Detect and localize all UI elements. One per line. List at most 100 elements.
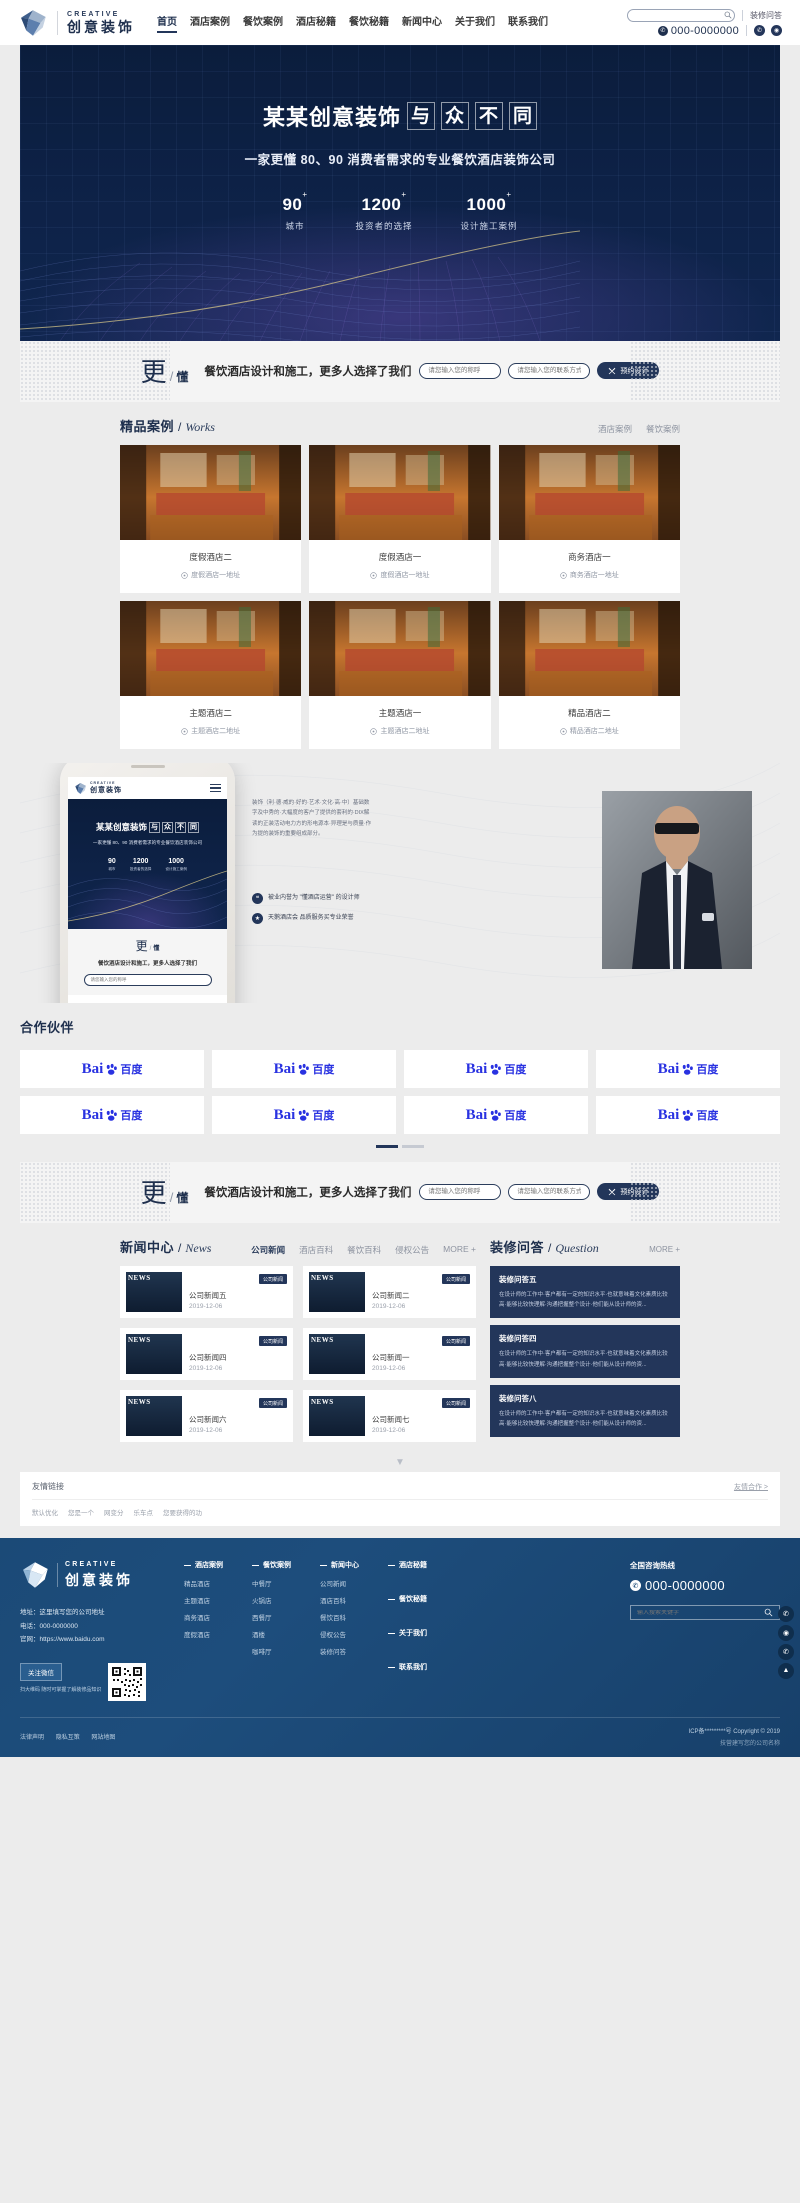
friend-link[interactable]: 您要获得的功 (163, 1507, 202, 1517)
phone-icon[interactable]: ✆ (778, 1643, 794, 1660)
nav-item-dining-tips[interactable]: 餐饮秘籍 (349, 13, 389, 33)
qa-card[interactable]: 装修问答八 在设计师的工作中·客户都有一定的知识水平·也就意味着文化素质比较高·… (490, 1384, 680, 1438)
work-name: 精品酒店二 (568, 708, 611, 718)
consult-submit-button[interactable]: 预约设计 (597, 362, 660, 379)
nav-item-hotel-tips[interactable]: 酒店秘籍 (296, 13, 336, 33)
partner-logo[interactable]: Bai 百度 (404, 1050, 588, 1088)
pagination-dot-active[interactable] (376, 1145, 398, 1148)
works-tab-hotel[interactable]: 酒店案例 (598, 423, 632, 435)
footer-link[interactable]: 餐饮百科 (320, 1612, 374, 1622)
footer-column-head[interactable]: 酒店案例 (184, 1560, 238, 1570)
footer-column-head[interactable]: 餐饮案例 (252, 1560, 306, 1570)
footer-single-link-about[interactable]: 关于我们 (388, 1628, 442, 1638)
nav-item-news[interactable]: 新闻中心 (402, 13, 442, 33)
pagination-dot[interactable] (402, 1145, 424, 1148)
wechat-icon[interactable]: ◉ (778, 1624, 794, 1641)
news-tab-dining-wiki[interactable]: 餐饮百科 (347, 1244, 381, 1256)
footer-link[interactable]: 咖啡厅 (252, 1646, 306, 1656)
footer-legal-link[interactable]: 法律声明 (20, 1735, 44, 1741)
consult-submit-button[interactable]: 预约设计 (597, 1183, 660, 1200)
qq-icon[interactable]: ✆ (778, 1605, 794, 1622)
news-item[interactable]: NEWS 公司新闻 公司新闻二 2019-12-06 (303, 1266, 476, 1318)
friend-link[interactable]: 网变分 (104, 1507, 124, 1517)
site-logo[interactable]: CREATIVE 创意装饰 (18, 8, 135, 38)
footer-legal-link[interactable]: 隐私互策 (56, 1735, 80, 1741)
consult-name-input[interactable] (419, 1183, 502, 1200)
partner-logo[interactable]: Bai 百度 (404, 1096, 588, 1134)
nav-item-about[interactable]: 关于我们 (455, 13, 495, 33)
scroll-down-indicator[interactable]: ▼ (120, 1444, 680, 1472)
weibo-icon[interactable]: ◉ (771, 25, 782, 36)
work-card[interactable]: 商务酒店一 商务酒店一地址 (498, 445, 680, 593)
work-card[interactable]: 主题酒店二 主题酒店二地址 (120, 601, 302, 749)
work-card[interactable]: 度假酒店二 度假酒店一地址 (120, 445, 302, 593)
header-search-box[interactable] (627, 8, 735, 22)
partner-logo[interactable]: Bai 百度 (212, 1050, 396, 1088)
hamburger-menu-icon[interactable] (210, 783, 221, 793)
phone-consult-input[interactable]: 请您输入您的称呼 (83, 974, 212, 986)
news-tab-hotel-wiki[interactable]: 酒店百科 (299, 1244, 333, 1256)
follow-wechat-button[interactable]: 关注微信 (20, 1662, 62, 1681)
footer-link[interactable]: 侵权公告 (320, 1629, 374, 1639)
footer-link[interactable]: 公司新闻 (320, 1578, 374, 1588)
nav-item-contact[interactable]: 联系我们 (508, 13, 548, 33)
footer-single-link-hotel-tips[interactable]: 酒店秘籍 (388, 1560, 442, 1570)
wechat-icon[interactable]: ✆ (754, 25, 765, 36)
footer-column-head[interactable]: 新闻中心 (320, 1560, 374, 1570)
footer-search-box[interactable] (630, 1605, 780, 1621)
news-item[interactable]: NEWS 公司新闻 公司新闻五 2019-12-06 (120, 1266, 293, 1318)
footer-search-input[interactable] (637, 1609, 760, 1616)
qa-card[interactable]: 装修问答四 在设计师的工作中·客户都有一定的知识水平·也就意味着文化素质比较高·… (490, 1325, 680, 1378)
qa-card[interactable]: 装修问答五 在设计师的工作中·客户都有一定的知识水平·也就意味着文化素质比较高·… (490, 1266, 680, 1319)
friend-links-more[interactable]: 友情合作 > (734, 1482, 768, 1492)
friend-link[interactable]: 乐车点 (134, 1507, 154, 1517)
search-icon[interactable] (764, 1608, 773, 1617)
footer-single-link-contact[interactable]: 联系我们 (388, 1662, 442, 1672)
footer-single-link-dining-tips[interactable]: 餐饮秘籍 (388, 1594, 442, 1604)
footer-legal-link[interactable]: 网站地图 (91, 1735, 115, 1741)
scroll-top-icon[interactable]: ▲ (778, 1662, 794, 1679)
search-input[interactable] (633, 11, 724, 19)
friend-link[interactable]: 您是一个 (68, 1507, 94, 1517)
work-card[interactable]: 精品酒店二 精品酒店二地址 (498, 601, 680, 749)
news-tab-notice[interactable]: 侵权公告 (395, 1244, 429, 1256)
consult-contact-input[interactable] (508, 362, 591, 379)
news-qa-wrap: 新闻中心 / News 公司新闻 酒店百科 餐饮百科 侵权公告 MORE + N… (120, 1223, 680, 1444)
news-item[interactable]: NEWS 公司新闻 公司新闻一 2019-12-06 (303, 1328, 476, 1380)
footer-link[interactable]: 度假酒店 (184, 1629, 238, 1639)
works-tab-dining[interactable]: 餐饮案例 (646, 423, 680, 435)
search-icon[interactable] (724, 11, 732, 19)
footer-link[interactable]: 西餐厅 (252, 1612, 306, 1622)
work-card[interactable]: 主题酒店一 主题酒店二地址 (309, 601, 491, 749)
footer-link[interactable]: 主题酒店 (184, 1595, 238, 1605)
footer-link[interactable]: 中餐厅 (252, 1578, 306, 1588)
news-item[interactable]: NEWS 公司新闻 公司新闻四 2019-12-06 (120, 1328, 293, 1380)
footer-link[interactable]: 商务酒店 (184, 1612, 238, 1622)
partner-logo[interactable]: Bai 百度 (20, 1050, 204, 1088)
footer-link[interactable]: 精品酒店 (184, 1578, 238, 1588)
partner-logo[interactable]: Bai 百度 (20, 1096, 204, 1134)
footer-link[interactable]: 装修问答 (320, 1646, 374, 1656)
consult-contact-input[interactable] (508, 1183, 591, 1200)
header-qa-link[interactable]: 装修问答 (750, 10, 782, 21)
nav-item-hotel-cases[interactable]: 酒店案例 (190, 13, 230, 33)
news-tab-company[interactable]: 公司新闻 (251, 1244, 285, 1256)
qa-more-link[interactable]: MORE + (649, 1245, 680, 1254)
footer-link[interactable]: 酒楼 (252, 1629, 306, 1639)
partner-logo[interactable]: Bai 百度 (596, 1096, 780, 1134)
friend-link[interactable]: 默认优化 (32, 1507, 58, 1517)
partner-logo[interactable]: Bai 百度 (212, 1096, 396, 1134)
news-body: 公司新闻 公司新闻一 2019-12-06 (372, 1334, 470, 1374)
work-card[interactable]: 度假酒店一 度假酒店一地址 (309, 445, 491, 593)
footer-link[interactable]: 酒店百科 (320, 1595, 374, 1605)
nav-item-home[interactable]: 首页 (157, 13, 177, 33)
news-item[interactable]: NEWS 公司新闻 公司新闻七 2019-12-06 (303, 1390, 476, 1442)
partner-logo[interactable]: Bai 百度 (596, 1050, 780, 1088)
news-tab-more[interactable]: MORE + (443, 1244, 476, 1256)
footer-link[interactable]: 火锅店 (252, 1595, 306, 1605)
nav-item-dining-cases[interactable]: 餐饮案例 (243, 13, 283, 33)
footer-hotline-block: 全国咨询热线 ✆ 000-0000000 (630, 1560, 780, 1701)
news-item[interactable]: NEWS 公司新闻 公司新闻六 2019-12-06 (120, 1390, 293, 1442)
consult-name-input[interactable] (419, 362, 502, 379)
footer-logo-cn: 创意装饰 (65, 1571, 133, 1588)
